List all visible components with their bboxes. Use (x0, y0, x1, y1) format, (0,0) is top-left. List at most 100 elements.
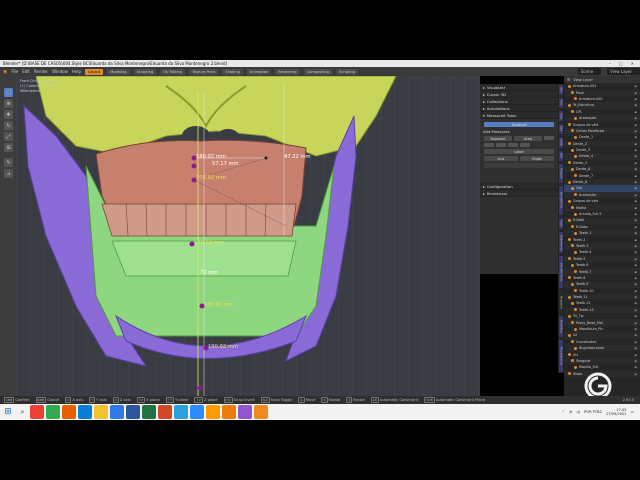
taskbar-app-illustrator-icon[interactable] (206, 405, 220, 419)
visibility-eye-icon[interactable]: ◉ (634, 238, 637, 242)
visibility-eye-icon[interactable]: ◉ (634, 180, 637, 184)
visibility-eye-icon[interactable]: ◉ (634, 353, 637, 357)
tab-rendering[interactable]: Rendering (275, 68, 300, 75)
toggle-3[interactable] (496, 143, 506, 147)
scale-icon[interactable]: ⤢ (4, 132, 13, 141)
visibility-eye-icon[interactable]: ◉ (634, 148, 637, 152)
link-button[interactable]: Link (484, 156, 518, 161)
taskbar-app-excel-icon[interactable] (142, 405, 156, 419)
minimize-button[interactable]: – (609, 60, 611, 67)
tab-modeling[interactable]: Modeling (107, 68, 130, 75)
tab-layout[interactable]: Layout (84, 68, 104, 75)
select-box-icon[interactable]: ▢ (4, 88, 13, 97)
visibility-eye-icon[interactable]: ◉ (634, 231, 637, 235)
visibility-eye-icon[interactable]: ◉ (634, 327, 637, 331)
notifications-icon[interactable]: ▭ (631, 410, 634, 414)
blender-logo-icon[interactable]: ◉ (3, 69, 7, 75)
network-icon[interactable]: ◔ (569, 410, 572, 414)
visibility-eye-icon[interactable]: ◉ (634, 174, 637, 178)
toggle-2[interactable] (484, 143, 494, 147)
taskbar-app-vlc-icon[interactable] (254, 405, 268, 419)
segment-button[interactable]: Segment (484, 136, 512, 141)
visibility-eye-icon[interactable]: ◉ (634, 244, 637, 248)
tab-scripting[interactable]: Scripting (336, 68, 359, 75)
visibility-eye-icon[interactable]: ◉ (634, 116, 637, 120)
3d-viewport[interactable]: Front Orthographic (1) Collection | mss … (16, 76, 480, 396)
move-icon[interactable]: ✥ (4, 110, 13, 119)
taskbar-app-powerpoint-icon[interactable] (158, 405, 172, 419)
area-button[interactable]: Area (514, 136, 542, 141)
visibility-eye-icon[interactable]: ◉ (634, 308, 637, 312)
label-button[interactable]: Label (484, 149, 554, 154)
visibility-eye-icon[interactable]: ◉ (634, 97, 637, 101)
tab-sculpting[interactable]: Sculpting (133, 68, 157, 75)
panel-measureit-tools[interactable]: ▾ Measureit Tools (480, 112, 558, 119)
maximize-button[interactable]: □ (619, 60, 623, 67)
tab-uv-editing[interactable]: UV Editing (160, 68, 186, 75)
taskbar-app-firefox-icon[interactable] (62, 405, 76, 419)
visibility-eye-icon[interactable]: ◉ (634, 270, 637, 274)
visibility-eye-icon[interactable]: ◉ (634, 199, 637, 203)
visibility-eye-icon[interactable]: ◉ (634, 225, 637, 229)
taskbar-app-chrome-icon[interactable] (46, 405, 60, 419)
distance-button[interactable]: Distance (484, 122, 554, 127)
annotate-icon[interactable]: ✎ (4, 158, 13, 167)
visibility-eye-icon[interactable]: ◉ (634, 314, 637, 318)
visibility-eye-icon[interactable]: ◉ (634, 321, 637, 325)
visibility-eye-icon[interactable]: ◉ (634, 333, 637, 337)
taskbar-app-zoom-icon[interactable] (190, 405, 204, 419)
panel-collections[interactable]: ▸ Collections (480, 98, 558, 105)
visibility-eye-icon[interactable]: ◉ (634, 103, 637, 107)
visibility-eye-icon[interactable]: ◉ (634, 110, 637, 114)
visibility-eye-icon[interactable]: ◉ (634, 340, 637, 344)
visibility-eye-icon[interactable]: ◉ (634, 257, 637, 261)
close-button[interactable]: ✕ (631, 60, 634, 67)
visibility-eye-icon[interactable]: ◉ (634, 212, 637, 216)
panel-visualizar[interactable]: ▸ Visualizar (480, 84, 558, 91)
volume-icon[interactable]: ◁) (576, 410, 580, 414)
visibility-eye-icon[interactable]: ◉ (634, 167, 637, 171)
visibility-eye-icon[interactable]: ◉ (634, 346, 637, 350)
visibility-eye-icon[interactable]: ◉ (634, 301, 637, 305)
visibility-eye-icon[interactable]: ◉ (634, 84, 637, 88)
toggle-4[interactable] (508, 143, 518, 147)
chevron-up-icon[interactable]: ⌃ (562, 410, 565, 414)
taskbar-app-word-icon[interactable] (126, 405, 140, 419)
viewport-canvas[interactable] (16, 76, 480, 396)
menu-file[interactable]: File (11, 69, 18, 74)
search-icon[interactable]: ⌕ (16, 404, 29, 420)
view-layer-selector[interactable]: View Layer (607, 68, 640, 75)
language-indicator[interactable]: POR PTB2 (584, 410, 602, 414)
clock[interactable]: 17:05 17/05/2022 (606, 408, 627, 416)
transform-icon[interactable]: ⊞ (4, 143, 13, 152)
taskbar-app-edge-icon[interactable] (78, 405, 92, 419)
visibility-eye-icon[interactable]: ◉ (634, 91, 637, 95)
tab-compositing[interactable]: Compositing (303, 68, 333, 75)
visibility-eye-icon[interactable]: ◉ (634, 129, 637, 133)
visibility-eye-icon[interactable]: ◉ (634, 218, 637, 222)
visibility-eye-icon[interactable]: ◉ (634, 154, 637, 158)
taskbar-app-chrome-icon[interactable] (30, 405, 44, 419)
visibility-eye-icon[interactable]: ◉ (634, 282, 637, 286)
taskbar-app-blender-icon[interactable] (222, 405, 236, 419)
visibility-eye-icon[interactable]: ◉ (634, 250, 637, 254)
visibility-eye-icon[interactable]: ◉ (634, 289, 637, 293)
visibility-eye-icon[interactable]: ◉ (634, 206, 637, 210)
panel-configuration[interactable]: ▸ Configuration (480, 183, 558, 190)
measure-icon[interactable]: ⊿ (4, 169, 13, 178)
tab-shading[interactable]: Shading (222, 68, 243, 75)
toggle-1[interactable] (544, 136, 554, 140)
menu-help[interactable]: Help (72, 69, 81, 74)
blank-button[interactable] (484, 163, 554, 168)
rotate-icon[interactable]: ↻ (4, 121, 13, 130)
menu-window[interactable]: Window (52, 69, 68, 74)
tab-texture-paint[interactable]: Texture Paint (189, 68, 219, 75)
taskbar-app-photos-icon[interactable] (110, 405, 124, 419)
visibility-eye-icon[interactable]: ◉ (634, 295, 637, 299)
visibility-eye-icon[interactable]: ◉ (634, 263, 637, 267)
scene-selector[interactable]: Scene (577, 68, 602, 75)
taskbar-app-telegram-icon[interactable] (174, 405, 188, 419)
panel-annotations[interactable]: ▸ Annotations (480, 105, 558, 112)
cursor-icon[interactable]: ⊕ (4, 99, 13, 108)
panel-cursor-3d[interactable]: ▸ Cursor 3D (480, 91, 558, 98)
